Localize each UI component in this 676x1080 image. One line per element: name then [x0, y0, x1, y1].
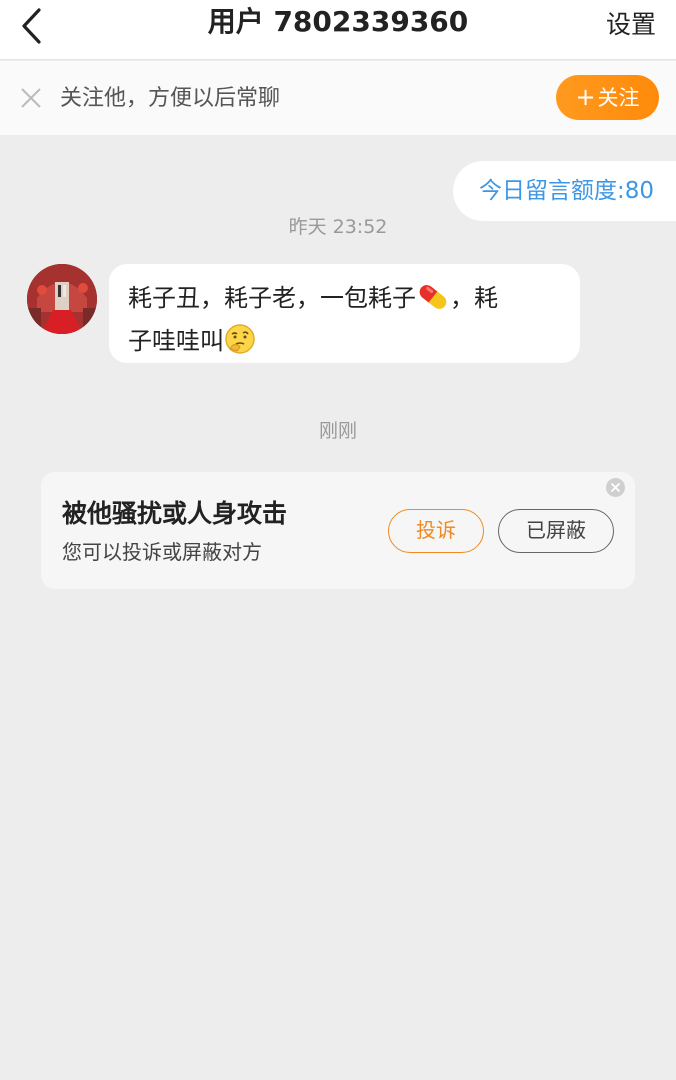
settings-button[interactable]: 设置: [606, 8, 656, 42]
close-circle-icon: [606, 478, 625, 497]
close-icon: [21, 88, 41, 108]
system-timestamp: 刚刚: [318, 420, 357, 442]
pill-emoji-icon: [416, 282, 450, 323]
follow-button[interactable]: +关注: [556, 75, 659, 120]
page-title: 用户 7802339360: [207, 5, 469, 38]
avatar[interactable]: [27, 264, 97, 334]
follow-prompt-bar: 关注他，方便以后常聊 +关注: [0, 61, 676, 135]
avatar-photo: [27, 264, 97, 334]
follow-button-label: 关注: [597, 86, 640, 110]
message-text: 耗子丑，耗子老，一包耗子: [128, 284, 416, 312]
top-nav-bar: 用户 7802339360 设置: [0, 0, 676, 60]
complain-button[interactable]: 投诉: [388, 509, 484, 553]
message-timestamp: 昨天 23:52: [288, 216, 388, 238]
close-card-button[interactable]: [605, 477, 626, 498]
message-text: ，耗: [450, 284, 498, 312]
harassment-report-card: 被他骚扰或人身攻击 您可以投诉或屏蔽对方 投诉 已屏蔽: [41, 472, 635, 589]
incoming-message-bubble[interactable]: 耗子丑，耗子老，一包耗子 ，耗子哇哇叫: [109, 264, 580, 363]
message-text: 子哇哇叫: [128, 327, 224, 355]
blocked-button[interactable]: 已屏蔽: [498, 509, 614, 553]
plus-icon: +: [575, 83, 596, 111]
dismiss-follow-button[interactable]: [18, 85, 44, 111]
thinking-face-emoji-icon: [224, 323, 256, 366]
follow-prompt-text: 关注他，方便以后常聊: [60, 86, 281, 111]
card-title: 被他骚扰或人身攻击: [62, 499, 288, 528]
card-subtitle: 您可以投诉或屏蔽对方: [62, 540, 262, 564]
